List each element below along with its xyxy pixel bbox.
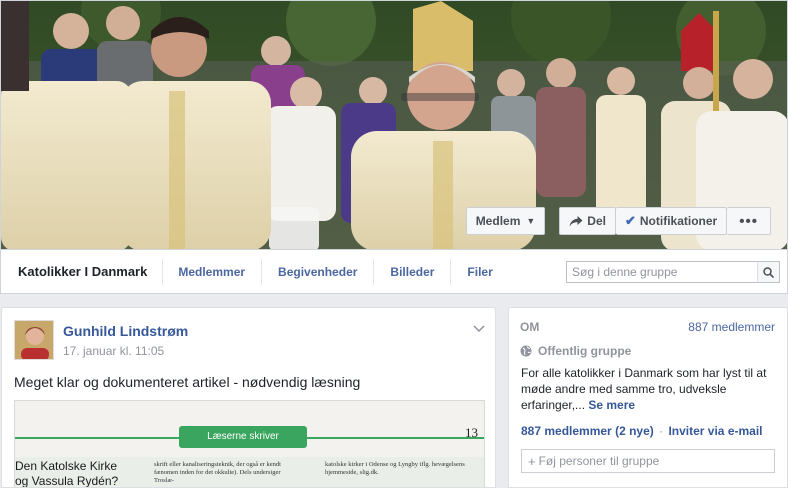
author-avatar-image bbox=[15, 321, 53, 359]
about-member-count-link[interactable]: 887 medlemmer bbox=[688, 320, 775, 334]
more-options-button[interactable]: ••• bbox=[727, 207, 771, 235]
post-timestamp[interactable]: 17. januar kl. 11:05 bbox=[63, 344, 164, 358]
group-name-link[interactable]: Katolikker I Danmark bbox=[1, 258, 164, 285]
more-dots-icon: ••• bbox=[739, 212, 758, 230]
search-button[interactable] bbox=[757, 262, 779, 282]
add-person-placeholder: Føj personer til gruppe bbox=[538, 454, 660, 468]
action-button-group: Del ✔ Notifikationer ••• bbox=[559, 207, 771, 235]
checkmark-icon: ✔ bbox=[624, 213, 636, 228]
attachment-banner: Læserne skriver bbox=[179, 426, 307, 448]
plus-icon: + bbox=[528, 453, 536, 469]
author-avatar[interactable] bbox=[14, 320, 54, 360]
group-search-input[interactable] bbox=[567, 265, 757, 279]
attachment-page-number: 13 bbox=[465, 425, 478, 440]
share-arrow-icon bbox=[569, 215, 583, 226]
nav-item-members[interactable]: Medlemmer bbox=[163, 258, 263, 285]
group-search-box bbox=[566, 261, 780, 283]
add-person-input[interactable]: + Føj personer til gruppe bbox=[521, 449, 775, 473]
attachment-column-2: katolske kirker i Odense og Lyngby iflg.… bbox=[325, 461, 465, 476]
group-description-text: For alle katolikker i Danmark som har ly… bbox=[521, 366, 767, 412]
notifications-button[interactable]: ✔ Notifikationer bbox=[615, 207, 728, 235]
member-dropdown-button[interactable]: Medlem ▼ bbox=[465, 207, 546, 235]
post-card: Gunhild Lindstrøm 17. januar kl. 11:05 M… bbox=[1, 307, 496, 488]
post-options-chevron-icon[interactable] bbox=[473, 320, 485, 338]
group-nav-bar: Katolikker I Danmark Medlemmer Begivenhe… bbox=[0, 250, 788, 294]
member-button-label: Medlem bbox=[475, 214, 521, 228]
group-privacy: Offentlig gruppe bbox=[520, 344, 631, 358]
post-attachment-image[interactable]: Læserne skriver 13 Den Katolske Kirke og… bbox=[14, 400, 485, 488]
globe-icon bbox=[520, 345, 532, 357]
post-text: Meget klar og dokumenteret artikel - nød… bbox=[14, 374, 361, 390]
new-members-link[interactable]: (2 nye) bbox=[615, 424, 654, 438]
group-privacy-label: Offentlig gruppe bbox=[538, 344, 632, 358]
attachment-headline-line-2: og Vassula Rydén? bbox=[15, 474, 119, 488]
caret-down-icon: ▼ bbox=[526, 216, 536, 226]
group-description: For alle katolikker i Danmark som har ly… bbox=[521, 365, 779, 413]
search-icon bbox=[763, 266, 774, 278]
cover-actions: Medlem ▼ Del ✔ Notifikationer ••• bbox=[465, 207, 771, 235]
see-more-link[interactable]: Se mere bbox=[588, 398, 635, 412]
attachment-column-1: skrift eller kanaliseringsteknik, der og… bbox=[154, 461, 281, 484]
nav-item-files[interactable]: Filer bbox=[451, 259, 508, 285]
post-author-name[interactable]: Gunhild Lindstrøm bbox=[63, 323, 188, 339]
notifications-button-label: Notifikationer bbox=[639, 214, 718, 228]
members-summary: 887 medlemmer (2 nye) · Inviter via e-ma… bbox=[521, 424, 763, 438]
invite-email-link[interactable]: Inviter via e-mail bbox=[668, 424, 762, 438]
about-heading: OM bbox=[520, 320, 540, 334]
nav-item-events[interactable]: Begivenheder bbox=[262, 258, 375, 285]
attachment-headline-line-1: Den Katolske Kirke bbox=[15, 459, 118, 473]
share-button-label: Del bbox=[587, 214, 606, 228]
separator-dot: · bbox=[659, 424, 664, 438]
nav-item-photos[interactable]: Billeder bbox=[374, 258, 452, 285]
attachment-headline: Den Katolske Kirke og Vassula Rydén? bbox=[15, 459, 119, 488]
share-button[interactable]: Del bbox=[559, 207, 616, 235]
members-link[interactable]: 887 medlemmer bbox=[521, 424, 612, 438]
about-card: OM 887 medlemmer Offentlig gruppe For al… bbox=[508, 307, 788, 488]
cover-photo[interactable]: Medlem ▼ Del ✔ Notifikationer ••• bbox=[0, 0, 788, 250]
